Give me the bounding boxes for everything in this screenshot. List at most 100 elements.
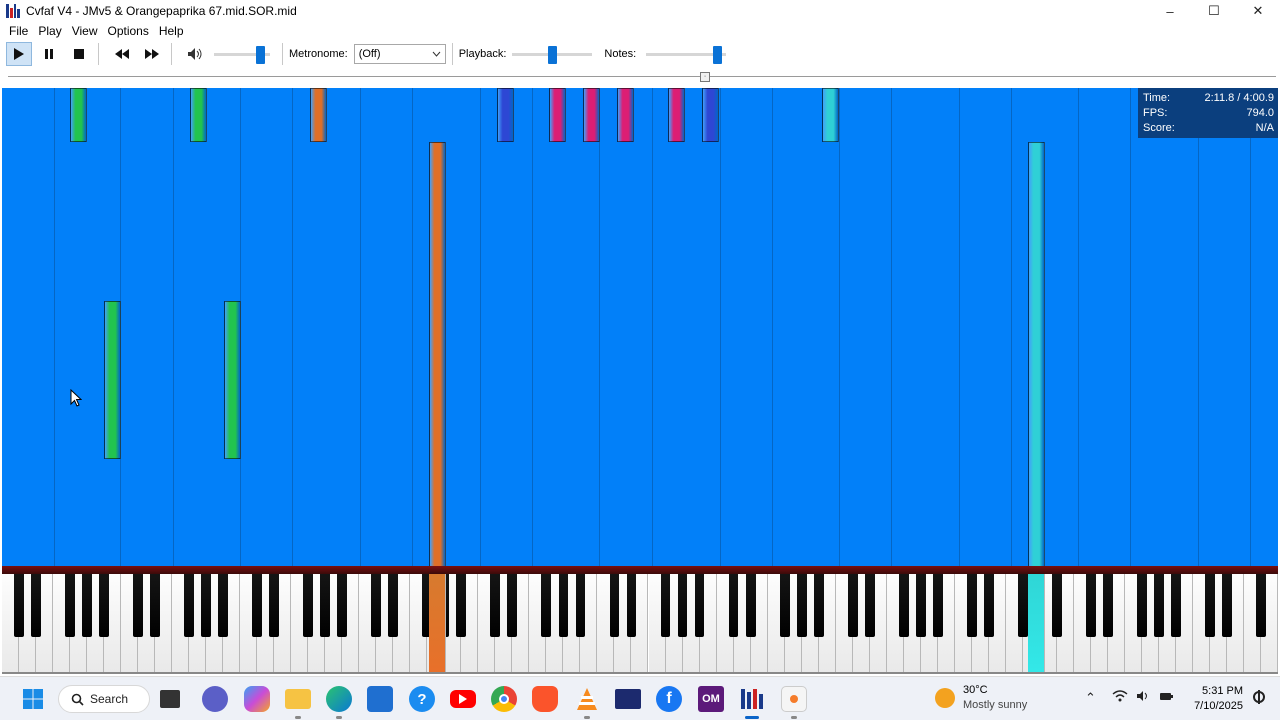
chevron-up-icon[interactable]: ⌃ bbox=[1085, 690, 1096, 706]
wifi-icon[interactable] bbox=[1112, 690, 1128, 706]
seek-handle[interactable]: · bbox=[700, 72, 710, 82]
grid-line bbox=[292, 88, 293, 568]
menu-view[interactable]: View bbox=[67, 24, 103, 38]
vlc-icon[interactable] bbox=[574, 686, 600, 712]
facebook-icon[interactable]: f bbox=[656, 686, 682, 712]
om-icon[interactable]: OM bbox=[698, 686, 724, 712]
copilot-icon[interactable] bbox=[244, 686, 270, 712]
note-green bbox=[190, 88, 207, 142]
chevron-down-icon bbox=[432, 51, 441, 57]
stop-button[interactable] bbox=[66, 42, 92, 66]
stop-icon bbox=[74, 49, 84, 59]
menu-options[interactable]: Options bbox=[102, 24, 153, 38]
window-title: Cvfaf V4 - JMv5 & Orangepaprika 67.mid.S… bbox=[26, 4, 297, 18]
brave-icon[interactable] bbox=[532, 686, 558, 712]
close-button[interactable]: ✕ bbox=[1236, 0, 1280, 22]
grid-line bbox=[173, 88, 174, 568]
metronome-select[interactable]: (Off) bbox=[353, 44, 446, 64]
menu-help[interactable]: Help bbox=[154, 24, 189, 38]
edge-icon[interactable] bbox=[326, 686, 352, 712]
grid-line bbox=[54, 88, 55, 568]
playback-thumb[interactable] bbox=[548, 46, 558, 64]
black-key bbox=[966, 574, 977, 637]
system-tray: ⌃ bbox=[1085, 690, 1174, 706]
weather-temp: 30°C bbox=[963, 684, 988, 696]
black-key bbox=[1136, 574, 1147, 637]
weather-desc: Mostly sunny bbox=[963, 699, 1028, 711]
black-key bbox=[303, 574, 314, 637]
youtube-icon[interactable] bbox=[450, 690, 476, 708]
notification-icon[interactable] bbox=[1252, 690, 1266, 707]
volume-thumb[interactable] bbox=[256, 46, 265, 64]
black-key bbox=[337, 574, 348, 637]
rewind-button[interactable] bbox=[109, 42, 135, 66]
black-key bbox=[388, 574, 399, 637]
paint-icon[interactable] bbox=[781, 686, 807, 712]
black-key bbox=[456, 574, 467, 637]
playback-slider[interactable] bbox=[512, 44, 593, 64]
black-key bbox=[201, 574, 212, 637]
folder-icon[interactable] bbox=[285, 689, 311, 709]
menu-file[interactable]: File bbox=[4, 24, 33, 38]
menu-play[interactable]: Play bbox=[33, 24, 66, 38]
toolbar-separator bbox=[171, 43, 172, 65]
black-key bbox=[269, 574, 280, 637]
time-value: 2:11.8 / 4:00.9 bbox=[1204, 92, 1274, 104]
piano-app-icon[interactable] bbox=[739, 686, 765, 712]
black-key bbox=[558, 574, 569, 637]
windows-start-icon[interactable] bbox=[20, 686, 46, 712]
black-key bbox=[218, 574, 229, 637]
teams-icon[interactable] bbox=[202, 686, 228, 712]
note-display: Time: 2:11.8 / 4:00.9 FPS: 794.0 Score: N/A bbox=[2, 88, 1278, 568]
note-cyan bbox=[1028, 142, 1045, 568]
pause-icon bbox=[45, 49, 53, 59]
grid-line bbox=[1130, 88, 1131, 568]
grid-line bbox=[839, 88, 840, 568]
note-green bbox=[104, 301, 121, 459]
metronome-value: (Off) bbox=[358, 48, 381, 60]
grid-line bbox=[720, 88, 721, 568]
taskbar-search[interactable]: Search bbox=[58, 685, 150, 713]
seek-bar[interactable]: · bbox=[8, 72, 1276, 82]
grid-line bbox=[959, 88, 960, 568]
mouse-cursor-icon bbox=[70, 389, 82, 407]
score-value: N/A bbox=[1255, 122, 1274, 134]
note-green bbox=[224, 301, 241, 459]
taskbar-indicator bbox=[584, 716, 590, 719]
piano-keyboard bbox=[2, 566, 1278, 674]
file-explorer-icon[interactable] bbox=[160, 690, 180, 708]
black-key bbox=[728, 574, 739, 637]
black-key bbox=[915, 574, 926, 637]
clock-date: 7/10/2025 bbox=[1194, 700, 1243, 712]
fps-label: FPS: bbox=[1143, 107, 1168, 119]
weather-widget[interactable]: 30°C Mostly sunny bbox=[935, 683, 1027, 713]
black-key bbox=[184, 574, 195, 637]
store-icon[interactable] bbox=[367, 686, 393, 712]
notes-thumb[interactable] bbox=[713, 46, 723, 64]
pause-button[interactable] bbox=[36, 42, 62, 66]
note-pink bbox=[549, 88, 566, 142]
taskbar-indicator-active bbox=[745, 716, 759, 719]
battery-icon[interactable] bbox=[1159, 690, 1174, 706]
stats-panel: Time: 2:11.8 / 4:00.9 FPS: 794.0 Score: N/A bbox=[1138, 88, 1278, 138]
fast-forward-button[interactable] bbox=[139, 42, 165, 66]
help-icon[interactable]: ? bbox=[409, 686, 435, 712]
system-clock[interactable]: 5:31 PM 7/10/2025 bbox=[1185, 684, 1243, 714]
volume-tray-icon[interactable] bbox=[1136, 690, 1151, 706]
grid-line bbox=[1250, 88, 1251, 568]
play-button[interactable] bbox=[6, 42, 32, 66]
terminal-icon[interactable] bbox=[615, 689, 641, 709]
chrome-icon[interactable] bbox=[491, 686, 517, 712]
mute-button[interactable] bbox=[182, 42, 208, 66]
note-pink bbox=[617, 88, 634, 142]
weather-sun-icon bbox=[935, 688, 955, 708]
maximize-button[interactable]: ☐ bbox=[1192, 0, 1236, 22]
minimize-button[interactable]: – bbox=[1148, 0, 1192, 22]
grid-line bbox=[1078, 88, 1079, 568]
notes-slider[interactable] bbox=[646, 44, 727, 64]
black-key bbox=[1102, 574, 1113, 637]
volume-slider[interactable] bbox=[214, 44, 270, 64]
taskbar-indicator bbox=[791, 716, 797, 719]
app-icon bbox=[6, 4, 20, 18]
note-orange bbox=[429, 142, 446, 568]
